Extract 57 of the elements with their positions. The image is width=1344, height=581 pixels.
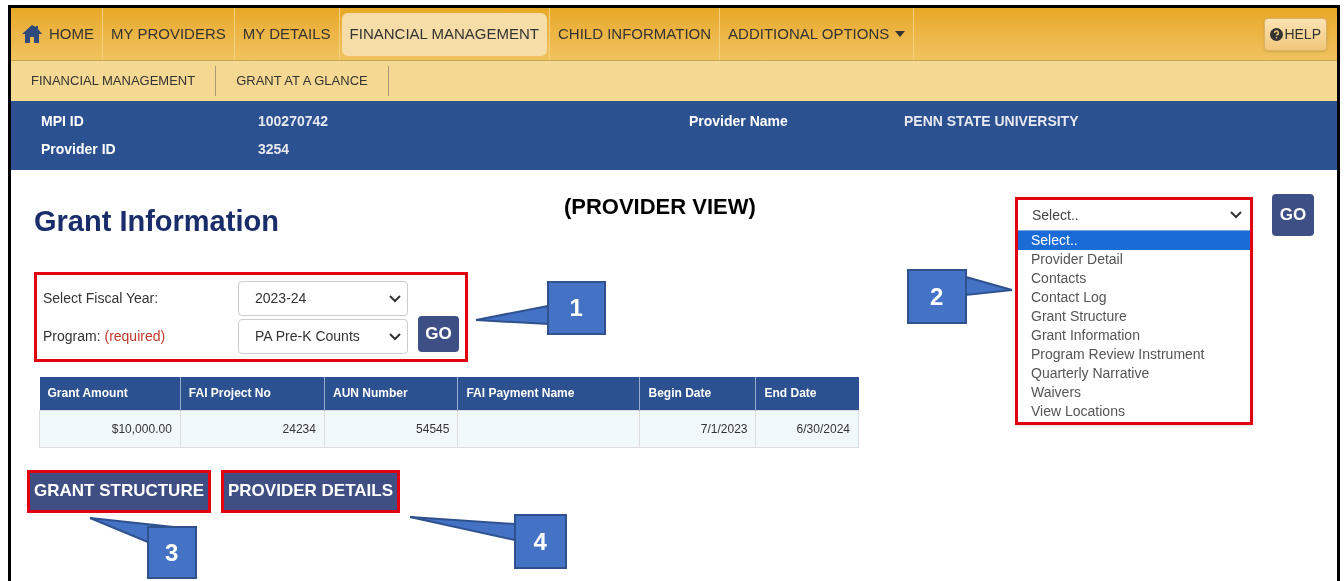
dropdown-option[interactable]: View Locations (1018, 402, 1250, 421)
select-field[interactable]: 2023-24 (238, 281, 408, 316)
field-label: Provider ID (41, 140, 117, 160)
chevron-down-icon (1230, 211, 1242, 219)
dropdown-option[interactable]: Waivers (1018, 383, 1250, 402)
dropdown-option[interactable]: Quarterly Narrative (1018, 364, 1250, 383)
column-header: FAI Project No (180, 377, 325, 410)
dropdown-option[interactable]: Program Review Instrument (1018, 345, 1250, 364)
column-header: FAI Payment Name (457, 377, 640, 410)
dropdown-option[interactable]: Contacts (1018, 269, 1250, 288)
action-button[interactable]: GRANT STRUCTURE (27, 469, 211, 513)
help-button[interactable]: HELP (1264, 17, 1327, 51)
field-value: 100270742 (258, 111, 330, 131)
nav-tab[interactable]: HOME (13, 12, 102, 56)
action-button[interactable]: PROVIDER DETAILS (221, 469, 400, 513)
column-header: End Date (756, 377, 859, 410)
view-label: (PROVIDER VIEW) (563, 193, 756, 221)
nav-tab[interactable]: MY DETAILS (234, 12, 339, 56)
nav-tab[interactable]: ADDITIONAL OPTIONS (720, 12, 914, 56)
go-button[interactable]: GO (1272, 194, 1314, 236)
table-cell: 7/1/2023 (639, 410, 756, 447)
home-icon (21, 24, 43, 44)
page-select-field[interactable]: Select.. (1018, 200, 1250, 231)
field-label: Provider Name (689, 111, 789, 131)
table-cell: 24234 (180, 410, 325, 447)
select-field[interactable]: PA Pre-K Counts (238, 319, 408, 354)
sub-nav-link[interactable]: FINANCIAL MANAGEMENT (31, 71, 196, 91)
table-cell: 54545 (324, 410, 458, 447)
nav-tab[interactable]: MY PROVIDERS (103, 12, 234, 56)
dropdown-option[interactable]: Provider Detail (1018, 250, 1250, 269)
callout-number: 2 (930, 284, 944, 309)
field-label: MPI ID (41, 111, 85, 131)
field-value: PENN STATE UNIVERSITY (904, 111, 1080, 131)
question-circle-icon (1270, 27, 1284, 41)
page-title: Grant Information (34, 204, 279, 239)
callout-number: 1 (569, 296, 583, 320)
filter-label: Select Fiscal Year: (43, 289, 160, 308)
table-cell: $10,000.00 (39, 410, 181, 447)
sub-nav-link[interactable]: GRANT AT A GLANCE (236, 71, 368, 91)
nav-tab[interactable]: CHILD INFORMATION (550, 12, 720, 56)
dropdown-option[interactable]: Grant Information (1018, 326, 1250, 345)
go-button[interactable]: GO (418, 316, 459, 352)
column-header: Begin Date (639, 377, 756, 410)
field-value: 3254 (258, 140, 291, 160)
filter-label: Program: (required) (43, 327, 167, 346)
column-header: AUN Number (324, 377, 458, 410)
caret-down-icon (895, 31, 906, 37)
chevron-down-icon (389, 332, 401, 341)
callout-number: 4 (533, 529, 547, 554)
callout-number: 3 (165, 540, 179, 565)
chevron-down-icon (389, 294, 401, 303)
dropdown-option[interactable]: Grant Structure (1018, 307, 1250, 326)
dropdown-option[interactable]: Contact Log (1018, 288, 1250, 307)
column-header: Grant Amount (39, 377, 181, 410)
table-cell: 6/30/2024 (756, 410, 859, 447)
dropdown-option[interactable]: Select.. (1018, 231, 1250, 250)
nav-tab[interactable]: FINANCIAL MANAGEMENT (341, 12, 548, 56)
